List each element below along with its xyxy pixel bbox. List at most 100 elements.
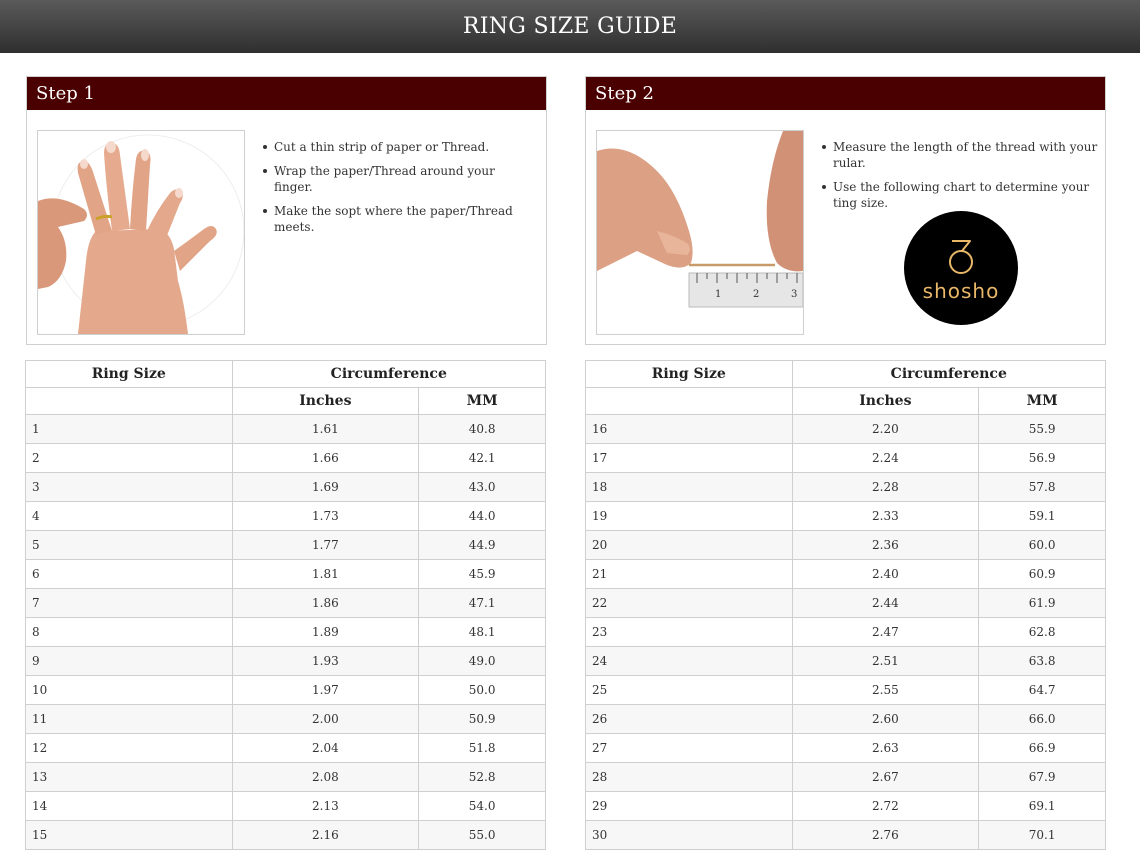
mm-cell: 47.1 xyxy=(418,588,546,618)
col-mm: MM xyxy=(418,387,546,415)
table-row: 11 2.00 50.9 xyxy=(25,704,546,734)
inches-cell: 2.67 xyxy=(791,762,980,792)
mm-cell: 60.9 xyxy=(978,559,1106,589)
table-row: 10 1.97 50.0 xyxy=(25,675,546,705)
step2-bullet: Use the following chart to determine you… xyxy=(821,179,1101,211)
ring-size-cell: 21 xyxy=(585,559,793,589)
inches-cell: 1.93 xyxy=(231,646,420,676)
table-row: 13 2.08 52.8 xyxy=(25,762,546,792)
mm-cell: 62.8 xyxy=(978,617,1106,647)
inches-cell: 1.69 xyxy=(231,472,420,502)
inches-cell: 2.33 xyxy=(791,501,980,531)
table-row: 20 2.36 60.0 xyxy=(585,530,1106,560)
step2-instructions: Measure the length of the thread with yo… xyxy=(821,139,1101,219)
col-empty xyxy=(585,387,793,415)
mm-cell: 60.0 xyxy=(978,530,1106,560)
table-row: 8 1.89 48.1 xyxy=(25,617,546,647)
table-row: 15 2.16 55.0 xyxy=(25,820,546,850)
thread-ruler-photo: 1 2 3 xyxy=(596,130,804,335)
ring-size-cell: 30 xyxy=(585,820,793,850)
mm-cell: 57.8 xyxy=(978,472,1106,502)
table-row: 23 2.47 62.8 xyxy=(585,617,1106,647)
table-row: 17 2.24 56.9 xyxy=(585,443,1106,473)
ring-size-cell: 23 xyxy=(585,617,793,647)
table-row: 29 2.72 69.1 xyxy=(585,791,1106,821)
table-row: 1 1.61 40.8 xyxy=(25,414,546,444)
inches-cell: 2.44 xyxy=(791,588,980,618)
ring-size-cell: 28 xyxy=(585,762,793,792)
col-ring-size: Ring Size xyxy=(585,360,793,388)
mm-cell: 49.0 xyxy=(418,646,546,676)
table-row: 6 1.81 45.9 xyxy=(25,559,546,589)
table-row: 14 2.13 54.0 xyxy=(25,791,546,821)
mm-cell: 64.7 xyxy=(978,675,1106,705)
inches-cell: 1.86 xyxy=(231,588,420,618)
inches-cell: 2.51 xyxy=(791,646,980,676)
ring-size-cell: 27 xyxy=(585,733,793,763)
ring-size-cell: 13 xyxy=(25,762,233,792)
mm-cell: 61.9 xyxy=(978,588,1106,618)
inches-cell: 2.47 xyxy=(791,617,980,647)
table-row: 4 1.73 44.0 xyxy=(25,501,546,531)
ring-size-cell: 15 xyxy=(25,820,233,850)
ring-size-cell: 29 xyxy=(585,791,793,821)
ring-size-cell: 11 xyxy=(25,704,233,734)
mm-cell: 55.9 xyxy=(978,414,1106,444)
table-row: 2 1.66 42.1 xyxy=(25,443,546,473)
shosho-logo: shosho xyxy=(904,211,1018,325)
mm-cell: 63.8 xyxy=(978,646,1106,676)
inches-cell: 2.04 xyxy=(231,733,420,763)
mm-cell: 44.0 xyxy=(418,501,546,531)
hand-ring-photo xyxy=(37,130,245,335)
ring-icon xyxy=(949,240,973,274)
ring-size-cell: 12 xyxy=(25,733,233,763)
ring-size-cell: 19 xyxy=(585,501,793,531)
mm-cell: 55.0 xyxy=(418,820,546,850)
mm-cell: 51.8 xyxy=(418,733,546,763)
mm-cell: 50.0 xyxy=(418,675,546,705)
col-circumference: Circumference xyxy=(791,360,1107,388)
table-row: 19 2.33 59.1 xyxy=(585,501,1106,531)
step1-bullet: Wrap the paper/Thread around your finger… xyxy=(262,163,532,195)
mm-cell: 70.1 xyxy=(978,820,1106,850)
inches-cell: 1.73 xyxy=(231,501,420,531)
logo-text: shosho xyxy=(923,279,1000,303)
inches-cell: 2.00 xyxy=(231,704,420,734)
mm-cell: 45.9 xyxy=(418,559,546,589)
inches-cell: 1.89 xyxy=(231,617,420,647)
ring-size-cell: 20 xyxy=(585,530,793,560)
table-row: 9 1.93 49.0 xyxy=(25,646,546,676)
table-row: 16 2.20 55.9 xyxy=(585,414,1106,444)
mm-cell: 66.9 xyxy=(978,733,1106,763)
mm-cell: 40.8 xyxy=(418,414,546,444)
table-row: 27 2.63 66.9 xyxy=(585,733,1106,763)
ring-size-cell: 26 xyxy=(585,704,793,734)
ring-size-cell: 4 xyxy=(25,501,233,531)
ring-size-table-left: Ring Size Circumference Inches MM 1 1.61 4… xyxy=(25,360,547,850)
ring-size-cell: 3 xyxy=(25,472,233,502)
mm-cell: 56.9 xyxy=(978,443,1106,473)
inches-cell: 2.63 xyxy=(791,733,980,763)
col-circumference: Circumference xyxy=(231,360,547,388)
ring-size-cell: 25 xyxy=(585,675,793,705)
step2-bullet: Measure the length of the thread with yo… xyxy=(821,139,1101,171)
ring-size-cell: 5 xyxy=(25,530,233,560)
ring-size-cell: 14 xyxy=(25,791,233,821)
table-body: 1 1.61 40.8 2 1.66 42.1 3 1.69 43.0 4 1.73 44.0 5 1.7… xyxy=(25,414,546,850)
ring-size-cell: 17 xyxy=(585,443,793,473)
ruler-number: 1 xyxy=(715,289,721,300)
ring-size-cell: 9 xyxy=(25,646,233,676)
mm-cell: 67.9 xyxy=(978,762,1106,792)
ring-size-cell: 1 xyxy=(25,414,233,444)
page-header: RING SIZE GUIDE xyxy=(0,0,1140,53)
mm-cell: 43.0 xyxy=(418,472,546,502)
inches-cell: 2.24 xyxy=(791,443,980,473)
inches-cell: 2.08 xyxy=(231,762,420,792)
inches-cell: 2.76 xyxy=(791,820,980,850)
col-empty xyxy=(25,387,233,415)
inches-cell: 2.28 xyxy=(791,472,980,502)
ring-size-cell: 7 xyxy=(25,588,233,618)
ring-size-cell: 18 xyxy=(585,472,793,502)
mm-cell: 66.0 xyxy=(978,704,1106,734)
ring-size-cell: 2 xyxy=(25,443,233,473)
